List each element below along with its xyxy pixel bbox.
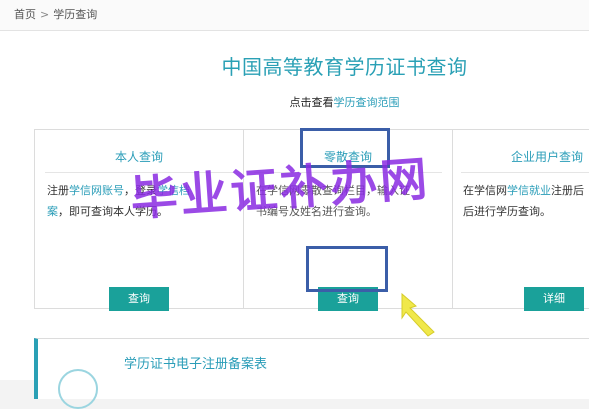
range-line: 点击查看学历查询范围 (0, 94, 589, 110)
card-divider (461, 172, 589, 173)
card-divider (254, 172, 442, 173)
desc-text: 后进行学历查询。 (463, 205, 551, 218)
self-query-button[interactable]: 查询 (109, 287, 169, 311)
highlight-box-title (300, 128, 390, 168)
xuexin-archive-link-cont[interactable]: 案 (47, 205, 58, 218)
desc-text: 注册 (47, 184, 69, 197)
range-prefix: 点击查看 (289, 96, 334, 109)
highlight-box-button (306, 246, 388, 292)
breadcrumb: 首页 > 学历查询 (14, 0, 97, 30)
desc-text: 书编号及姓名进行查询。 (256, 205, 377, 218)
desc-text: 注册后 (551, 184, 584, 197)
query-range-link[interactable]: 学历查询范围 (334, 96, 400, 109)
lower-section-title[interactable]: 学历证书电子注册备案表 (124, 353, 267, 372)
xuexin-jobs-link[interactable]: 学信就业 (507, 184, 551, 197)
breadcrumb-home-link[interactable]: 首页 (14, 8, 36, 21)
card-title-enterprise: 企业用户查询 (511, 150, 584, 164)
xuexin-account-link[interactable]: 学信网账号 (69, 184, 124, 197)
card-desc-scattered: 在学信网零散查询栏目，输入证 书编号及姓名进行查询。 (256, 180, 444, 222)
card-desc-self: 注册学信网账号，登录学信档 案，即可查询本人学历。 (47, 180, 235, 222)
enterprise-detail-button[interactable]: 详细 (524, 287, 584, 311)
card-title-self: 本人查询 (114, 150, 163, 164)
breadcrumb-current: 学历查询 (53, 8, 98, 21)
breadcrumb-separator: > (40, 8, 50, 21)
top-bar: 首页 > 学历查询 (0, 0, 589, 31)
document-icon (58, 369, 98, 409)
page-title: 中国高等教育学历证书查询 (221, 55, 468, 79)
desc-text: ，登录 (124, 184, 157, 197)
card-self-query: 本人查询 注册学信网账号，登录学信档 案，即可查询本人学历。 查询 (35, 130, 243, 311)
xuexin-archive-link[interactable]: 学信档 (157, 184, 190, 197)
lower-section: 学历证书电子注册备案表 (34, 338, 589, 409)
desc-text: ，即可查询本人学历。 (58, 205, 168, 218)
desc-text: 在学信网零散查询栏目，输入证 (256, 184, 410, 197)
card-enterprise-query: 企业用户查询 在学信网学信就业注册后 后进行学历查询。 详细 (451, 130, 589, 311)
card-desc-enterprise: 在学信网学信就业注册后 后进行学历查询。 (463, 180, 589, 222)
card-divider (45, 172, 233, 173)
main-content: 中国高等教育学历证书查询 点击查看学历查询范围 本人查询 注册学信网账号，登录学… (0, 31, 589, 409)
desc-text: 在学信网 (463, 184, 507, 197)
